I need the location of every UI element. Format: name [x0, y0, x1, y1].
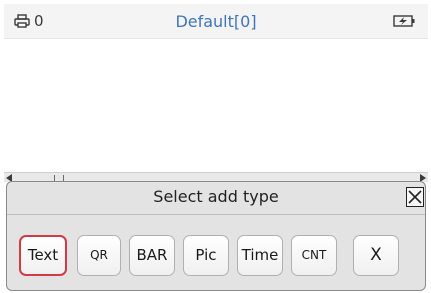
cancel-button[interactable]: X [353, 235, 399, 276]
add-qr-button[interactable]: QR [77, 235, 121, 276]
page-title: Default[0] [175, 12, 257, 31]
status-bar: 0 Default[0] [4, 4, 428, 39]
battery-charging-icon [393, 15, 415, 27]
add-barcode-button[interactable]: BAR [129, 235, 175, 276]
dialog-title: Select add type [153, 187, 279, 206]
add-text-button[interactable]: Text [19, 235, 67, 276]
add-picture-button[interactable]: Pic [183, 235, 229, 276]
printer-screen: 0 Default[0] Select add type Text QR BAR… [4, 4, 428, 291]
add-type-dialog: Select add type Text QR BAR Pic Time CNT… [6, 181, 426, 291]
close-icon [408, 190, 422, 204]
add-counter-button[interactable]: CNT [291, 235, 337, 276]
add-time-button[interactable]: Time [237, 235, 283, 276]
close-button[interactable] [406, 187, 424, 207]
label-canvas[interactable] [4, 39, 428, 172]
dialog-header: Select add type [7, 182, 425, 215]
